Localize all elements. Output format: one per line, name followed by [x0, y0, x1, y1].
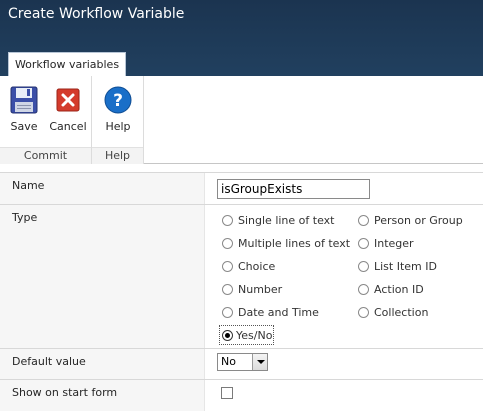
radio-button — [222, 214, 233, 226]
type-option-person-or-group[interactable]: Person or Group — [358, 212, 463, 228]
type-option-integer[interactable]: Integer — [358, 235, 414, 251]
type-row: Type Single line of text Person or Group… — [0, 204, 483, 348]
type-option-yes-no[interactable]: Yes/No — [219, 325, 274, 345]
save-button[interactable]: Save — [4, 84, 44, 140]
window-title: Create Workflow Variable — [8, 6, 185, 22]
default-value-select[interactable]: No — [217, 353, 268, 371]
default-value-selected: No — [221, 355, 236, 368]
radio-button-selected — [222, 329, 233, 341]
chevron-down-icon[interactable] — [252, 354, 267, 370]
type-option-date-and-time[interactable]: Date and Time — [222, 304, 319, 320]
radio-button — [358, 260, 369, 272]
cancel-button-label: Cancel — [49, 120, 87, 133]
name-row: Name — [0, 172, 483, 204]
floppy-disk-icon — [8, 84, 40, 116]
show-on-start-form-label: Show on start form — [0, 380, 205, 411]
type-option-list-item-id[interactable]: List Item ID — [358, 258, 437, 274]
radio-button — [358, 306, 369, 318]
type-radio-group: Single line of text Person or Group Mult… — [205, 205, 483, 348]
name-label: Name — [0, 173, 205, 204]
type-option-action-id[interactable]: Action ID — [358, 281, 424, 297]
ribbon-group-label-commit: Commit — [0, 147, 91, 164]
default-value-row: Default value No — [0, 348, 483, 379]
radio-button — [222, 283, 233, 295]
help-button[interactable]: ? Help — [98, 84, 138, 140]
default-value-label: Default value — [0, 349, 205, 379]
type-option-number[interactable]: Number — [222, 281, 282, 297]
show-on-start-form-checkbox[interactable] — [221, 387, 233, 399]
radio-button — [222, 237, 233, 249]
type-option-multiple-lines[interactable]: Multiple lines of text — [222, 235, 350, 251]
type-option-collection[interactable]: Collection — [358, 304, 428, 320]
show-on-start-form-row: Show on start form — [0, 379, 483, 411]
help-button-label: Help — [105, 120, 131, 133]
radio-button — [358, 237, 369, 249]
radio-button — [222, 260, 233, 272]
help-question-icon: ? — [102, 84, 134, 116]
save-button-label: Save — [10, 120, 38, 133]
ribbon: Save Cancel Commit ? Help Help — [0, 76, 483, 164]
type-option-single-line[interactable]: Single line of text — [222, 212, 334, 228]
type-label: Type — [0, 205, 205, 348]
red-x-icon — [52, 84, 84, 116]
radio-button — [358, 283, 369, 295]
title-bar: Create Workflow Variable Workflow variab… — [0, 0, 483, 77]
radio-button — [358, 214, 369, 226]
ribbon-group-help: ? Help Help — [92, 76, 144, 164]
type-option-choice[interactable]: Choice — [222, 258, 275, 274]
ribbon-group-label-help: Help — [92, 147, 143, 164]
tab-workflow-variables[interactable]: Workflow variables — [8, 52, 126, 77]
radio-button — [222, 306, 233, 318]
ribbon-group-commit: Save Cancel Commit — [0, 76, 92, 164]
svg-text:?: ? — [113, 91, 123, 111]
name-input[interactable] — [217, 179, 370, 199]
cancel-button[interactable]: Cancel — [48, 84, 88, 140]
